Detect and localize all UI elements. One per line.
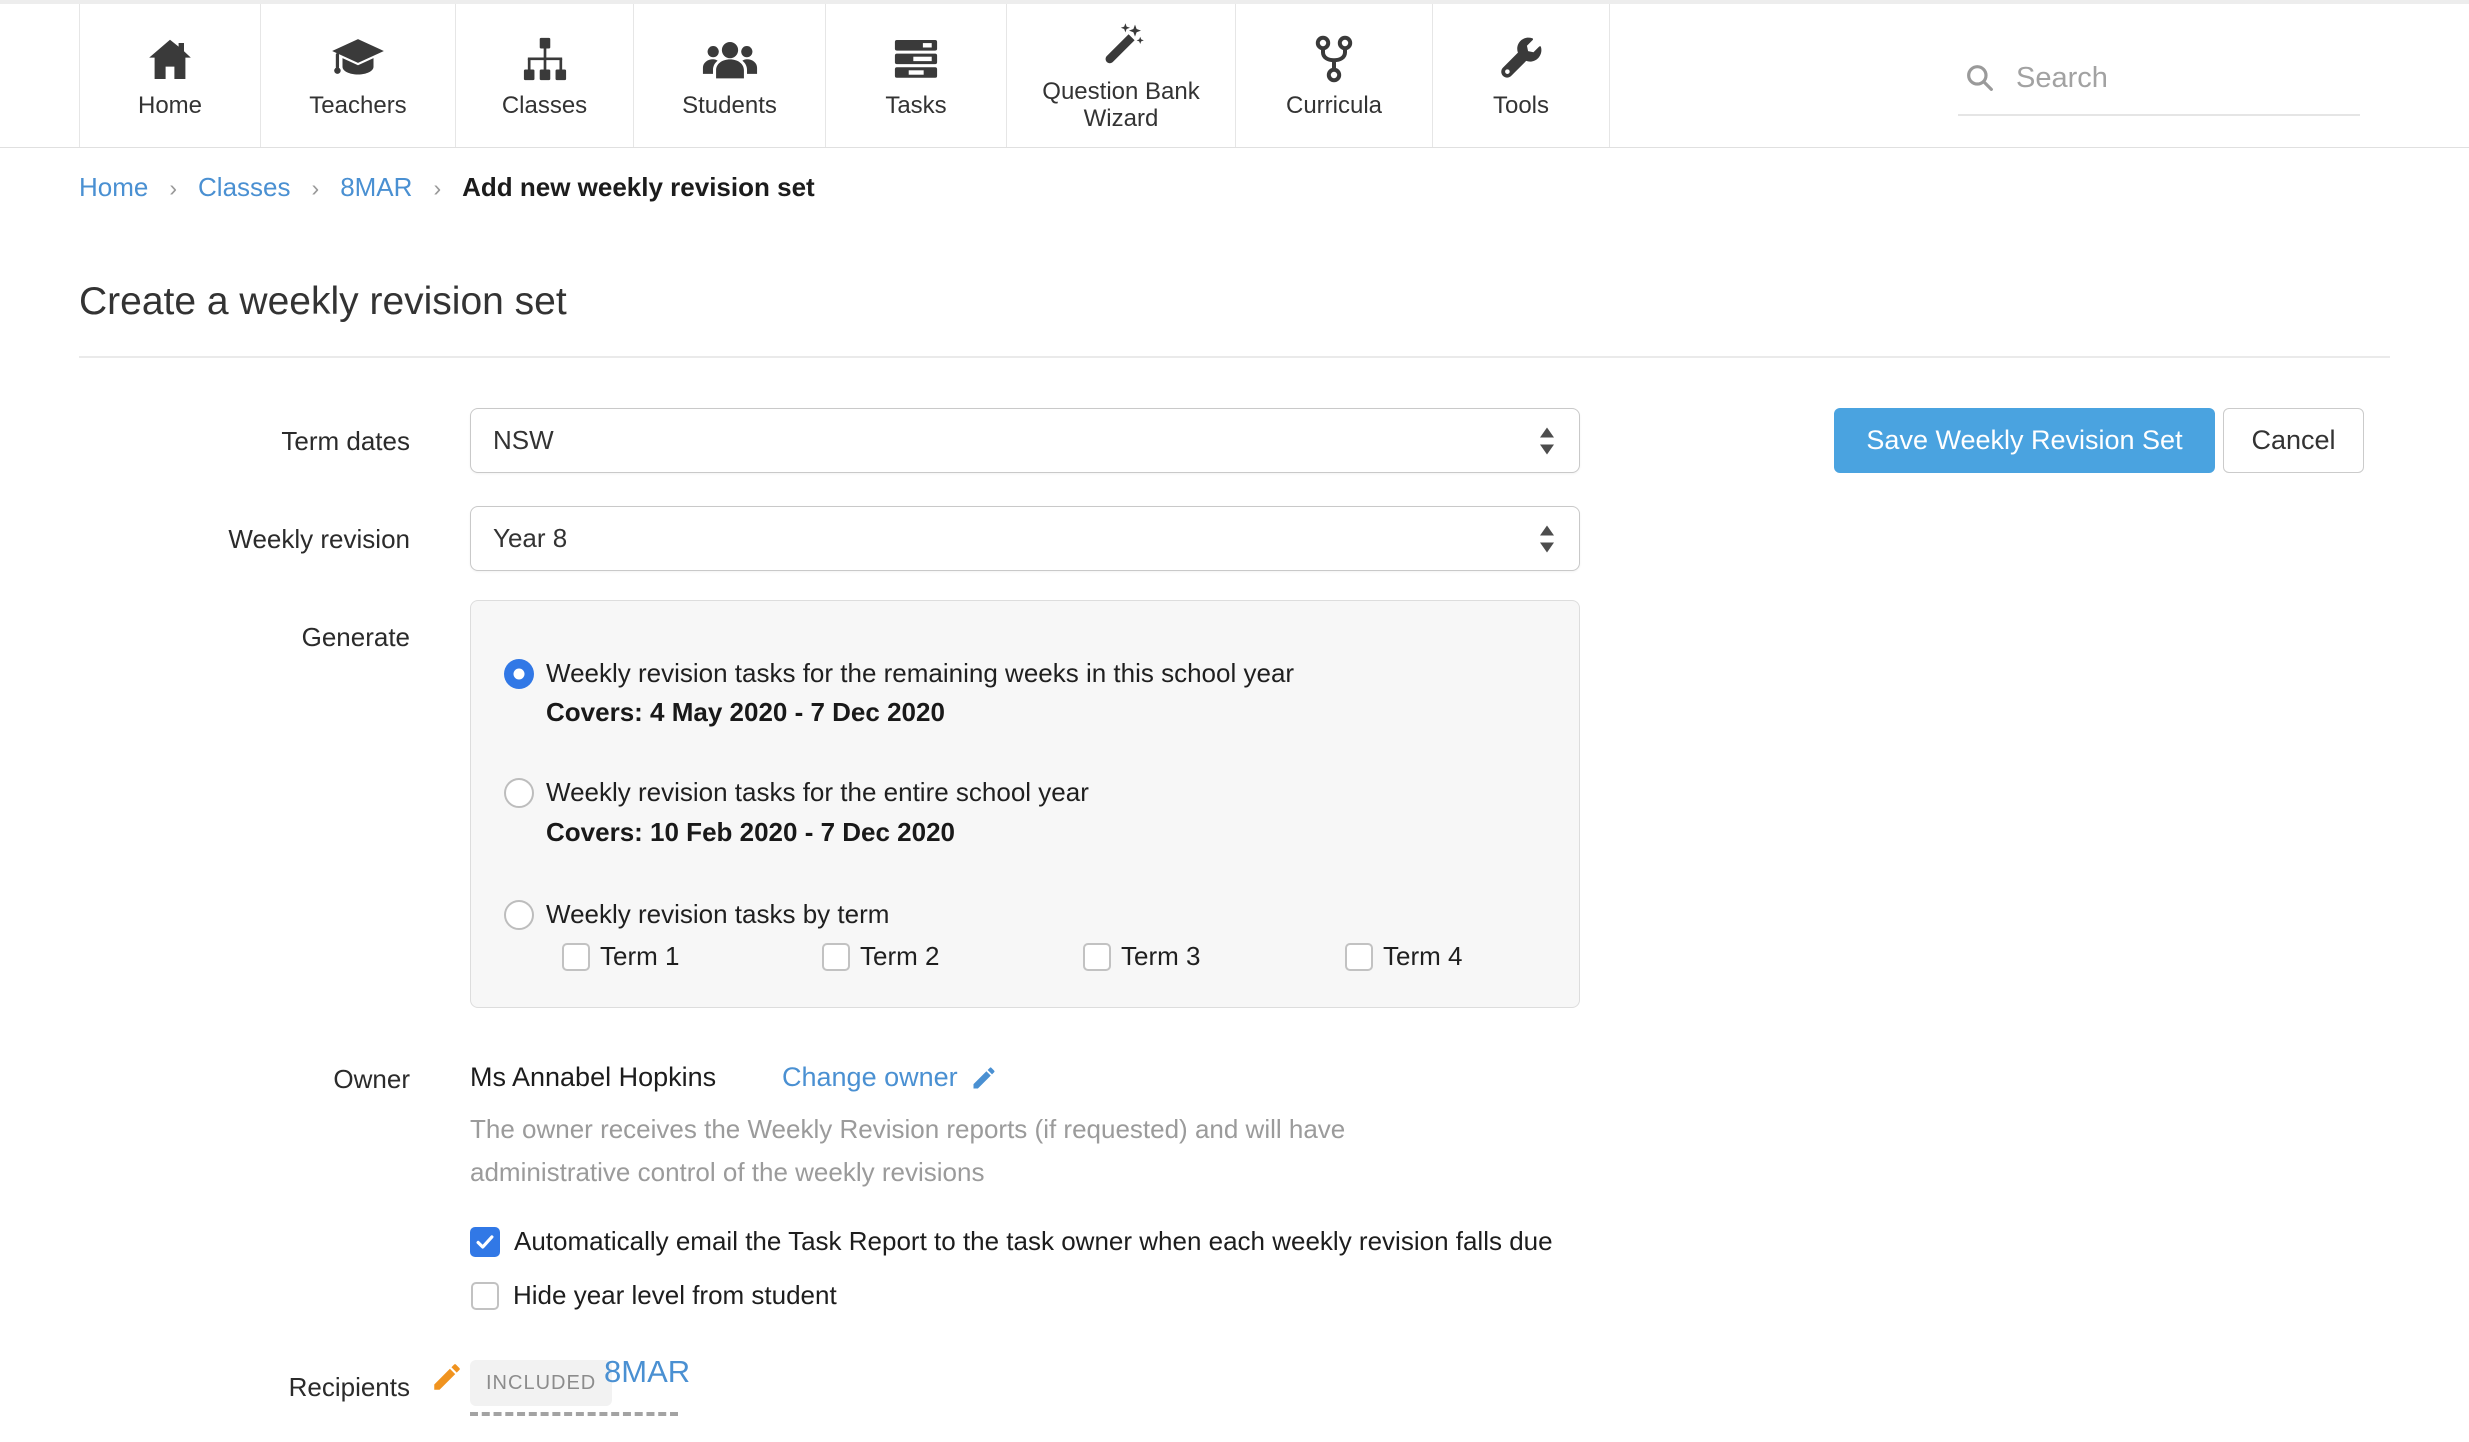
nav-tab-label: Question Bank Wizard [1007, 78, 1235, 132]
magic-wand-icon [1097, 19, 1145, 71]
hide-year-level-checkbox[interactable] [471, 1282, 499, 1310]
hide-year-level-label: Hide year level from student [513, 1280, 837, 1311]
nav-tabs: Home Teachers Classes Students Tasks [79, 4, 1610, 147]
owner-description: The owner receives the Weekly Revision r… [470, 1108, 1480, 1194]
term-4-checkbox[interactable] [1345, 943, 1373, 971]
owner-name: Ms Annabel Hopkins [470, 1062, 716, 1093]
code-fork-icon [1314, 33, 1354, 85]
term-dates-label: Term dates [79, 426, 410, 457]
nav-tab-teachers[interactable]: Teachers [260, 4, 455, 147]
nav-tab-home[interactable]: Home [79, 4, 260, 147]
radio-by-term[interactable] [504, 900, 534, 930]
select-stepper-icon [1540, 427, 1555, 454]
auto-email-label: Automatically email the Task Report to t… [514, 1226, 1553, 1257]
covers-entire-year: Covers: 10 Feb 2020 - 7 Dec 2020 [546, 817, 955, 848]
nav-tab-tasks[interactable]: Tasks [825, 4, 1006, 147]
search-input[interactable] [2014, 61, 2338, 96]
radio-remaining-weeks[interactable] [504, 659, 534, 689]
nav-tab-tools[interactable]: Tools [1432, 4, 1610, 147]
nav-tab-label: Curricula [1278, 92, 1390, 119]
owner-label: Owner [79, 1064, 410, 1095]
breadcrumb-separator: › [169, 175, 177, 202]
recipients-dashed-underline [470, 1412, 678, 1416]
title-divider [79, 356, 2390, 358]
main-navbar: Home Teachers Classes Students Tasks [0, 4, 2469, 148]
nav-tab-label: Home [130, 92, 210, 119]
term-2-option: Term 2 [822, 941, 939, 972]
users-icon [701, 33, 759, 85]
change-owner-link[interactable]: Change owner [782, 1062, 998, 1093]
term-3-option: Term 3 [1083, 941, 1200, 972]
nav-tab-label: Tools [1485, 92, 1557, 119]
search-icon [1964, 62, 1996, 94]
select-stepper-icon [1540, 525, 1555, 552]
term-1-label: Term 1 [600, 941, 679, 972]
nav-tab-label: Teachers [301, 92, 414, 119]
recipients-label: Recipients [79, 1372, 410, 1403]
breadcrumb-separator: › [433, 175, 441, 202]
term-1-option: Term 1 [562, 941, 679, 972]
tasks-icon [893, 33, 939, 85]
term-2-checkbox[interactable] [822, 943, 850, 971]
term-2-label: Term 2 [860, 941, 939, 972]
save-weekly-revision-set-button[interactable]: Save Weekly Revision Set [1834, 408, 2215, 473]
term-1-checkbox[interactable] [562, 943, 590, 971]
term-4-label: Term 4 [1383, 941, 1462, 972]
page-title: Create a weekly revision set [79, 280, 567, 324]
recipient-class-link[interactable]: 8MAR [604, 1354, 690, 1390]
breadcrumb-classes[interactable]: Classes [198, 172, 290, 203]
term-4-option: Term 4 [1345, 941, 1462, 972]
weekly-revision-select[interactable]: Year 8 [470, 506, 1580, 571]
radio-entire-year-label: Weekly revision tasks for the entire sch… [546, 777, 1089, 808]
breadcrumb-home[interactable]: Home [79, 172, 148, 203]
nav-tab-label: Classes [494, 92, 595, 119]
nav-tab-curricula[interactable]: Curricula [1235, 4, 1432, 147]
hide-year-level-option: Hide year level from student [471, 1280, 837, 1311]
term-dates-select[interactable]: NSW [470, 408, 1580, 473]
breadcrumb-8mar[interactable]: 8MAR [340, 172, 412, 203]
breadcrumb-current: Add new weekly revision set [462, 172, 815, 203]
breadcrumb: Home › Classes › 8MAR › Add new weekly r… [79, 172, 815, 203]
wrench-icon [1498, 33, 1544, 85]
covers-remaining-weeks: Covers: 4 May 2020 - 7 Dec 2020 [546, 697, 945, 728]
pencil-icon [970, 1064, 998, 1092]
generate-options-panel: Weekly revision tasks for the remaining … [470, 600, 1580, 1008]
search-box [1958, 42, 2360, 116]
weekly-revision-selected-value: Year 8 [493, 523, 567, 554]
nav-tab-label: Students [674, 92, 785, 119]
sitemap-icon [522, 33, 568, 85]
nav-tab-students[interactable]: Students [633, 4, 825, 147]
radio-entire-year[interactable] [504, 778, 534, 808]
generate-label: Generate [79, 622, 410, 653]
cancel-button[interactable]: Cancel [2223, 408, 2364, 473]
nav-tab-question-bank-wizard[interactable]: Question Bank Wizard [1006, 4, 1235, 147]
nav-tab-label: Tasks [877, 92, 954, 119]
home-icon [146, 33, 194, 85]
nav-tab-classes[interactable]: Classes [455, 4, 633, 147]
auto-email-option: Automatically email the Task Report to t… [470, 1226, 1553, 1257]
term-3-checkbox[interactable] [1083, 943, 1111, 971]
included-badge: INCLUDED [470, 1360, 612, 1406]
breadcrumb-separator: › [312, 175, 320, 202]
edit-recipients-pencil-icon[interactable] [430, 1360, 464, 1399]
term-dates-selected-value: NSW [493, 425, 554, 456]
weekly-revision-label: Weekly revision [79, 524, 410, 555]
auto-email-checkbox[interactable] [470, 1227, 500, 1257]
radio-remaining-weeks-label: Weekly revision tasks for the remaining … [546, 658, 1294, 689]
term-3-label: Term 3 [1121, 941, 1200, 972]
change-owner-label: Change owner [782, 1062, 958, 1093]
radio-by-term-label: Weekly revision tasks by term [546, 899, 889, 930]
graduation-cap-icon [330, 33, 386, 85]
